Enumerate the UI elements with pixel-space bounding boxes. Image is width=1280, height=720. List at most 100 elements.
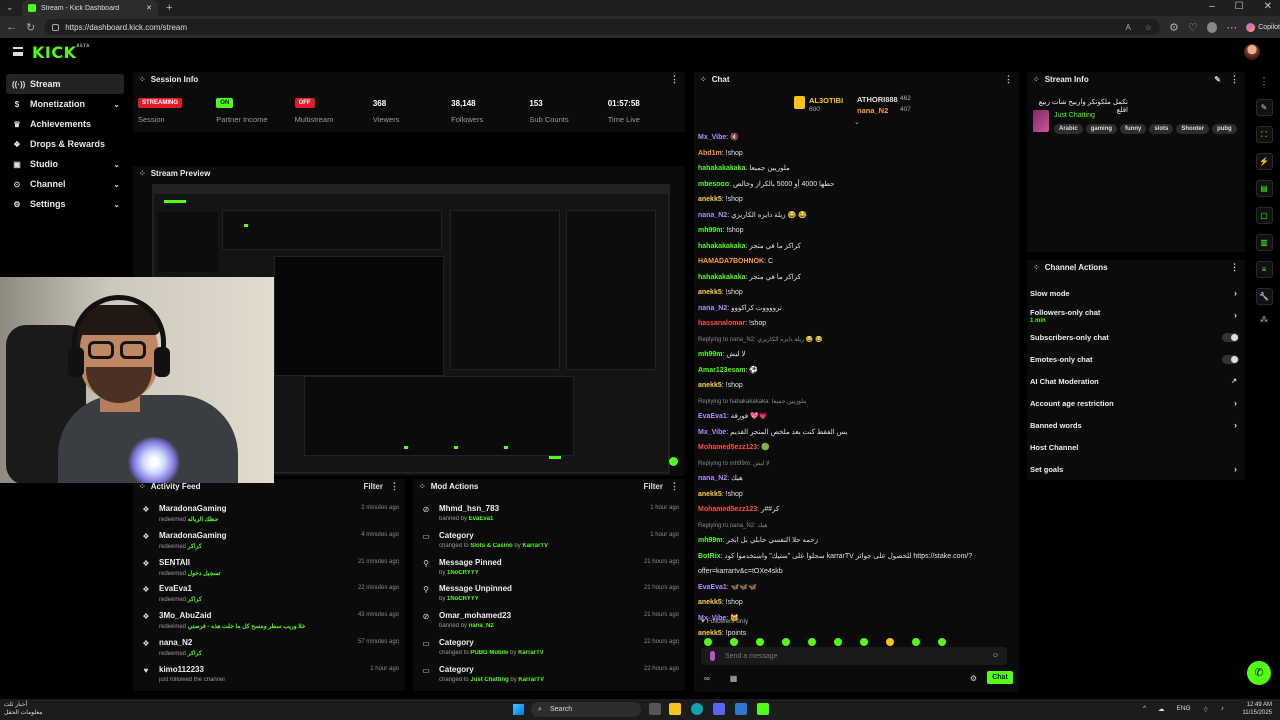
chat-username[interactable]: EvaEva1 — [698, 413, 727, 420]
volume-icon[interactable]: ♪ — [1221, 705, 1224, 714]
chat-username[interactable]: HAMADA7BOHNOK — [698, 258, 764, 265]
tag[interactable]: pubg — [1212, 124, 1237, 134]
chat-username[interactable]: mbesooo — [698, 181, 729, 188]
kebab-menu-icon[interactable]: ⋮ — [1230, 74, 1239, 85]
sidebar-item-stream[interactable]: ((·)) Stream — [6, 74, 124, 94]
activity-user[interactable]: kimo112233 — [159, 665, 399, 674]
task-view-icon[interactable] — [649, 703, 661, 715]
extensions-icon[interactable]: ⚙ — [1169, 21, 1179, 34]
drag-handle-icon[interactable]: ⁘ — [1033, 75, 1040, 84]
audio-icon[interactable]: ▥ — [1255, 234, 1273, 251]
send-chat-button[interactable]: Chat — [987, 671, 1013, 684]
chat-bubble-icon[interactable]: ▢ — [1255, 207, 1273, 224]
drag-handle-icon[interactable]: ⁘ — [1033, 263, 1040, 272]
kick-logo[interactable]: KICKBETA — [32, 43, 90, 62]
collapse-icon[interactable]: ⌄ — [854, 118, 860, 126]
emote-icon[interactable] — [808, 638, 816, 646]
edit-layout-icon[interactable]: ✎ — [1255, 99, 1273, 116]
sidebar-item-studio[interactable]: ▣ Studio ⌄ — [6, 154, 124, 174]
flash-icon[interactable]: ⚡ — [1255, 153, 1273, 170]
account-age-row[interactable]: Account age restriction › — [1027, 392, 1245, 414]
tag[interactable]: slots — [1149, 124, 1174, 134]
minimize-icon[interactable]: – — [1209, 1, 1215, 12]
chat-username[interactable]: Mx_Vibe — [698, 429, 726, 436]
chat-username[interactable]: BotRix — [698, 553, 721, 560]
emote-icon[interactable] — [704, 638, 712, 646]
tag[interactable]: funny — [1120, 124, 1147, 134]
followers-only-row[interactable]: Followers-only chat 1 min › — [1027, 304, 1245, 326]
more-icon[interactable]: ⋮ — [1252, 76, 1276, 87]
emote-icon[interactable] — [938, 638, 946, 646]
language-indicator[interactable]: ENG — [1177, 705, 1191, 714]
chat-username[interactable]: EvaEva1 — [698, 584, 727, 591]
start-menu-icon[interactable] — [513, 704, 524, 715]
filter-button[interactable]: Filter — [643, 482, 663, 491]
more-menu-icon[interactable]: ⋯ — [1226, 21, 1237, 34]
read-aloud-icon[interactable]: A — [1125, 23, 1130, 32]
clipboard-icon[interactable]: ▤ — [1255, 180, 1273, 197]
discord-icon[interactable] — [713, 703, 725, 715]
ai-moderation-row[interactable]: AI Chat Moderation ↗ — [1027, 370, 1245, 392]
chat-input[interactable]: Send a message ☺ — [701, 647, 1007, 665]
emote-icon[interactable] — [756, 638, 764, 646]
close-tab-icon[interactable]: ✕ — [146, 4, 152, 12]
chat-username[interactable]: mh99m — [698, 351, 723, 358]
filter-button[interactable]: Filter — [363, 482, 383, 491]
banned-words-row[interactable]: Banned words › — [1027, 414, 1245, 436]
copilot-button[interactable]: Copilot — [1246, 22, 1280, 32]
chat-username[interactable]: hassanalomar — [698, 320, 745, 327]
help-chat-button[interactable]: ✆ — [1247, 661, 1271, 685]
chat-username[interactable]: Amar123esam — [698, 367, 745, 374]
emote-icon[interactable] — [782, 638, 790, 646]
tag[interactable]: Shooter — [1176, 124, 1210, 134]
tab-list-icon[interactable]: ⌄ — [6, 2, 14, 13]
chat-username[interactable]: anekk5 — [698, 630, 722, 637]
drag-handle-icon[interactable]: ⁘ — [700, 75, 707, 84]
emote-icon[interactable] — [730, 638, 738, 646]
tray-chevron-icon[interactable]: ^ — [1143, 705, 1146, 714]
moderation-icon[interactable]: ∞ — [704, 674, 710, 683]
chat-username[interactable]: hahakakakaka — [698, 243, 745, 250]
taskbar-search[interactable]: ⌕ Search — [531, 702, 641, 717]
sidebar-item-settings[interactable]: ⚙ Settings ⌄ — [6, 194, 124, 214]
chat-settings-icon[interactable]: ⚙ — [970, 674, 977, 683]
kebab-menu-icon[interactable]: ⋮ — [390, 481, 399, 492]
new-tab-icon[interactable]: + — [166, 2, 172, 14]
chat-username[interactable]: mh99m — [698, 537, 723, 544]
chat-username[interactable]: mh99m — [698, 227, 723, 234]
stream-category[interactable]: Just Chatting — [1054, 112, 1095, 119]
close-window-icon[interactable]: ✕ — [1264, 1, 1272, 12]
host-channel-row[interactable]: Host Channel — [1027, 436, 1245, 458]
emoji-icon[interactable]: ☺ — [992, 652, 999, 659]
chat-username[interactable]: Mohamed5ezz123 — [698, 444, 757, 451]
kebab-menu-icon[interactable]: ⋮ — [1004, 74, 1013, 85]
nodes-icon[interactable]: ⁂ — [1252, 315, 1276, 324]
slow-mode-row[interactable]: Slow mode › — [1027, 282, 1245, 304]
edge-icon[interactable] — [691, 703, 703, 715]
kebab-menu-icon[interactable]: ⋮ — [670, 481, 679, 492]
tag[interactable]: Arabic — [1054, 124, 1083, 134]
chat-username[interactable]: hahakakakaka — [698, 165, 745, 172]
chat-username[interactable]: anekk5 — [698, 196, 722, 203]
wifi-icon[interactable]: ⌔ — [1203, 705, 1209, 714]
sidebar-item-drops-rewards[interactable]: ❖ Drops & Rewards — [6, 134, 124, 154]
gifter-name[interactable]: nana_N2 — [857, 106, 888, 115]
chat-username[interactable]: nana_N2 — [698, 475, 727, 482]
reload-icon[interactable]: ↻ — [26, 21, 35, 34]
emote-icon[interactable] — [886, 638, 894, 646]
favorites-icon[interactable]: ♡ — [1188, 21, 1198, 34]
favorite-star-icon[interactable]: ☆ — [1145, 23, 1152, 32]
sidebar-item-achievements[interactable]: ♛ Achievements — [6, 114, 124, 134]
subscribers-only-toggle[interactable] — [1222, 332, 1239, 342]
edit-icon[interactable]: ✎ — [1214, 75, 1221, 84]
gifter-name[interactable]: ATHORI888 — [857, 95, 898, 104]
chat-username[interactable]: anekk5 — [698, 382, 722, 389]
tag[interactable]: gaming — [1085, 124, 1118, 134]
sidebar-item-monetization[interactable]: $ Monetization ⌄ — [6, 94, 124, 114]
maximize-icon[interactable]: ☐ — [1235, 1, 1244, 12]
kebab-menu-icon[interactable]: ⋮ — [670, 74, 679, 85]
chat-username[interactable]: anekk5 — [698, 289, 722, 296]
chat-username[interactable]: Mohamed5ezz123 — [698, 506, 757, 513]
list-icon[interactable]: ≡ — [1255, 261, 1273, 278]
cloud-icon[interactable]: ☁ — [1158, 705, 1165, 714]
